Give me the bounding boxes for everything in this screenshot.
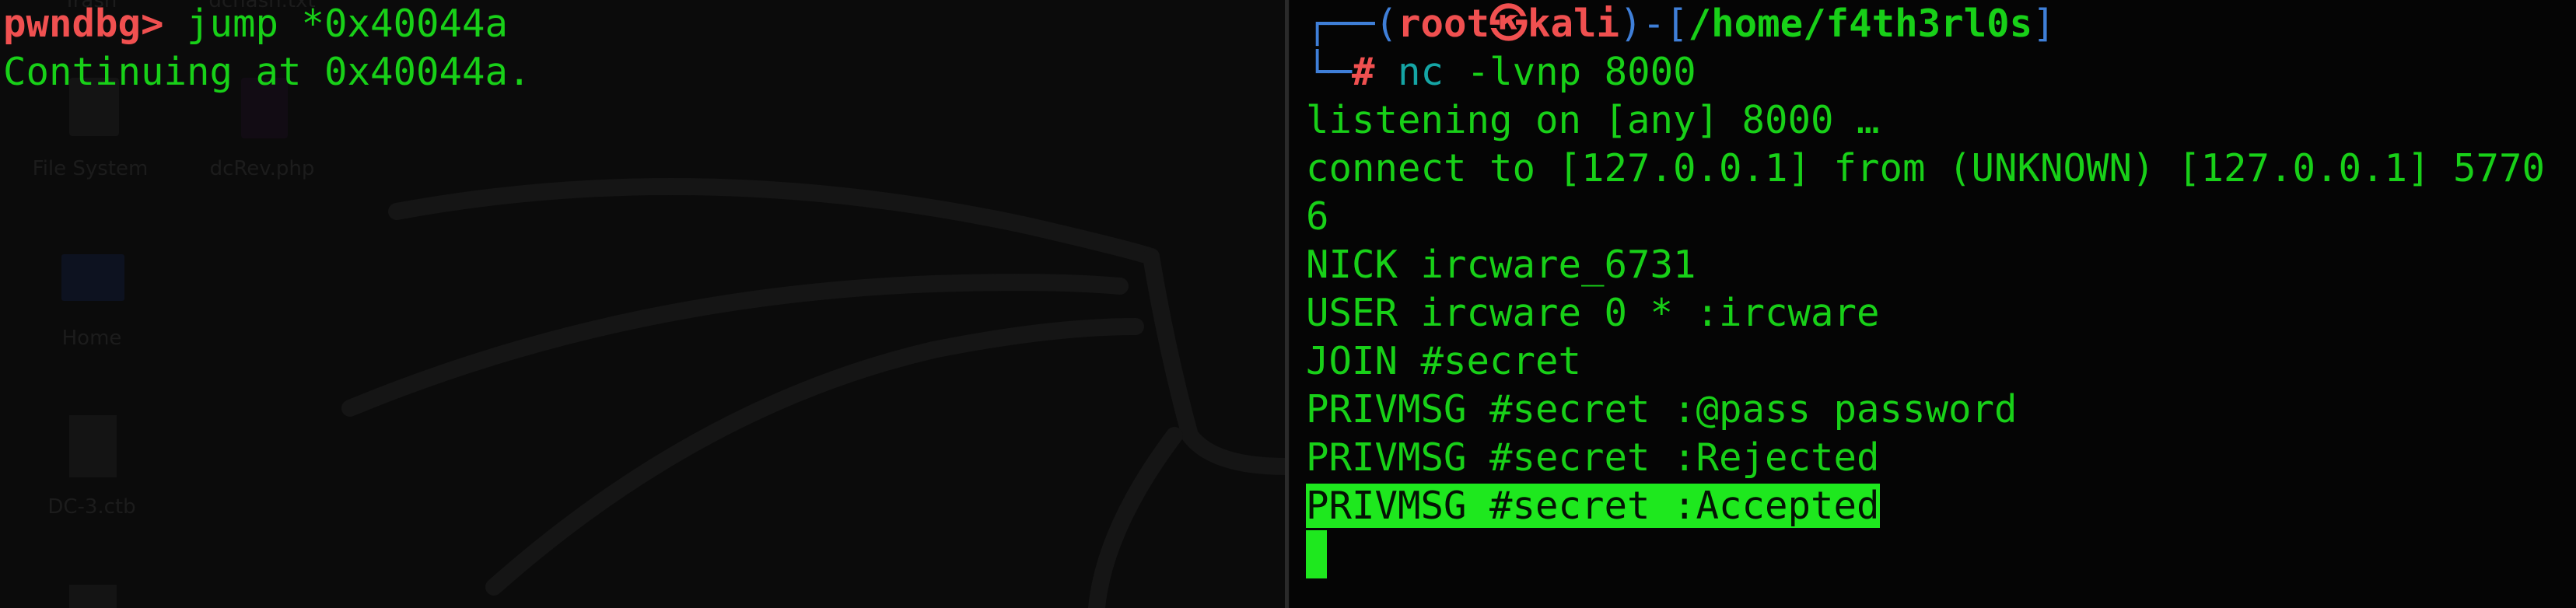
cursor-row	[1306, 530, 2576, 578]
prompt-close: ]	[2032, 2, 2056, 46]
kali-at-icon: ㉿	[1489, 2, 1528, 46]
command-text: jump *0x40044a	[163, 2, 509, 46]
selected-output-line[interactable]: PRIVMSG #secret :Accepted	[1306, 484, 1880, 528]
prompt-host: kali	[1528, 2, 1620, 46]
output-line: connect to [127.0.0.1] from (UNKNOWN) [1…	[1306, 146, 2546, 190]
prompt-frame: └─	[1306, 50, 1353, 94]
prompt-header: ┌──(root㉿kali)-[/home/f4th3rl0s]	[1306, 0, 2576, 48]
prompt-separator: )-[	[1619, 2, 1689, 46]
pwndbg-prompt: pwndbg>	[3, 2, 164, 46]
pane-divider[interactable]	[1285, 0, 1289, 608]
prompt-user: root	[1398, 2, 1490, 46]
terminal-cursor	[1306, 530, 1327, 578]
root-prompt-char: #	[1352, 50, 1375, 94]
output-line: JOIN #secret	[1306, 339, 1582, 383]
highlighted-line-row: PRIVMSG #secret :Accepted	[1306, 482, 2576, 530]
prompt-cwd: /home/f4th3rl0s	[1688, 2, 2033, 46]
command-name: nc	[1398, 50, 1444, 94]
terminal-output: Continuing at 0x40044a.	[3, 50, 531, 94]
command-args: -lvnp 8000	[1444, 50, 1696, 94]
output-line: PRIVMSG #secret :@pass password	[1306, 387, 2018, 432]
command-line: └─# nc -lvnp 8000	[1306, 48, 2576, 96]
output-line: 6	[1306, 194, 1329, 239]
netcat-terminal[interactable]: ┌──(root㉿kali)-[/home/f4th3rl0s] └─# nc …	[1290, 0, 2576, 608]
terminal-line: pwndbg> jump *0x40044a	[3, 0, 1279, 48]
output-line: PRIVMSG #secret :Rejected	[1306, 435, 1880, 480]
prompt-frame: ┌──(	[1306, 2, 1398, 46]
output-line: NICK ircware_6731	[1306, 243, 1696, 287]
pwndbg-terminal[interactable]: pwndbg> jump *0x40044a Continuing at 0x4…	[3, 0, 1279, 608]
output-line: listening on [any] 8000 …	[1306, 98, 1880, 142]
output-line: USER ircware 0 * :ircware	[1306, 291, 1880, 335]
